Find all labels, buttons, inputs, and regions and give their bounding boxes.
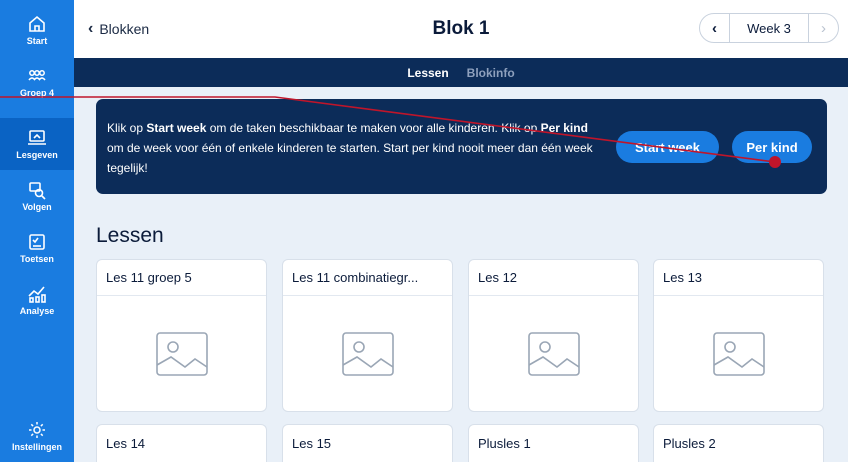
- banner-text-part: Klik op: [107, 121, 147, 135]
- follow-icon: [29, 182, 46, 200]
- card-image: [654, 296, 823, 411]
- lesson-icon: [28, 130, 46, 145]
- card-title: Les 11 combinatiegr...: [283, 260, 452, 296]
- sidebar-label: Instellingen: [11, 442, 62, 452]
- card-title: Plusles 2: [663, 435, 716, 451]
- card-title: Les 15: [292, 435, 332, 451]
- app-window: Start Groep 4 Lesgeven Volgen Toetsen An…: [0, 0, 848, 462]
- per-kind-button[interactable]: Per kind: [732, 131, 812, 163]
- sidebar-label: Analyse: [19, 306, 55, 316]
- image-placeholder-icon: [155, 331, 208, 376]
- sidebar-item-analyse[interactable]: Analyse: [0, 274, 74, 326]
- card-image: [97, 296, 266, 411]
- banner-bold-per-kind: Per kind: [540, 121, 588, 135]
- image-placeholder-icon: [712, 331, 765, 376]
- next-week-button[interactable]: ›: [808, 14, 838, 42]
- sidebar-item-start[interactable]: Start: [0, 4, 74, 56]
- sidebar-item-volgen[interactable]: Volgen: [0, 170, 74, 222]
- lesson-card[interactable]: Les 13: [653, 259, 824, 412]
- lesson-card[interactable]: Les 11 combinatiegr...: [282, 259, 453, 412]
- section-title: Lessen: [96, 224, 164, 247]
- card-title: Les 14: [106, 435, 146, 451]
- info-banner: Klik op Start week om de taken beschikba…: [96, 99, 827, 194]
- sidebar-label: Toetsen: [20, 254, 54, 264]
- image-placeholder-icon: [341, 331, 394, 376]
- sidebar-item-instellingen[interactable]: Instellingen: [0, 410, 74, 462]
- lesson-card[interactable]: Les 15: [282, 424, 453, 462]
- week-navigator: ‹ Week 3 ›: [699, 13, 839, 43]
- test-icon: [29, 234, 45, 250]
- start-week-button[interactable]: Start week: [616, 131, 719, 163]
- sidebar: Start Groep 4 Lesgeven Volgen Toetsen An…: [0, 0, 74, 462]
- group-icon: [28, 70, 46, 81]
- sidebar-label: Lesgeven: [16, 150, 58, 160]
- lesson-card[interactable]: Plusles 1: [468, 424, 639, 462]
- sidebar-label: Volgen: [22, 202, 52, 212]
- tab-bar: Lessen Blokinfo: [74, 58, 848, 87]
- banner-bold-start-week: Start week: [146, 121, 207, 135]
- card-image: [469, 296, 638, 411]
- card-title: Les 11 groep 5: [97, 260, 266, 296]
- lesson-card[interactable]: Les 12: [468, 259, 639, 412]
- sidebar-label: Start: [26, 36, 48, 46]
- analyse-icon: [28, 286, 46, 303]
- banner-text-part: om de week voor één of enkele kinderen t…: [107, 141, 593, 175]
- image-placeholder-icon: [527, 331, 580, 376]
- sidebar-item-lesgeven[interactable]: Lesgeven: [0, 118, 74, 170]
- main-content: ‹ Blokken Blok 1 ‹ Week 3 › Lessen Bloki…: [74, 0, 848, 462]
- sidebar-item-groep[interactable]: Groep 4: [0, 56, 74, 108]
- lesson-card[interactable]: Les 14: [96, 424, 267, 462]
- sidebar-item-toetsen[interactable]: Toetsen: [0, 222, 74, 274]
- top-bar: ‹ Blokken Blok 1 ‹ Week 3 ›: [74, 0, 848, 58]
- tab-blokinfo[interactable]: Blokinfo: [467, 66, 515, 80]
- previous-week-button[interactable]: ‹: [700, 14, 730, 42]
- card-title: Les 12: [469, 260, 638, 296]
- tab-lessen[interactable]: Lessen: [407, 66, 448, 80]
- banner-text: Klik op Start week om de taken beschikba…: [107, 118, 602, 178]
- sidebar-label: Groep 4: [19, 88, 54, 98]
- week-label: Week 3: [747, 20, 791, 36]
- card-title: Les 13: [654, 260, 823, 296]
- card-image: [283, 296, 452, 411]
- banner-text-part: om de taken beschikbaar te maken voor al…: [206, 121, 541, 135]
- card-title: Plusles 1: [478, 435, 531, 451]
- lesson-card[interactable]: Plusles 2: [653, 424, 824, 462]
- lesson-card[interactable]: Les 11 groep 5: [96, 259, 267, 412]
- gear-icon: [29, 422, 45, 438]
- home-icon: [29, 15, 45, 32]
